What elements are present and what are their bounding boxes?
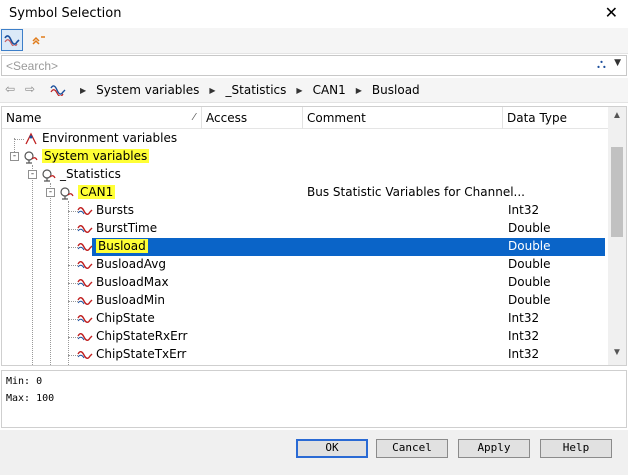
tree-item-data-type: Int32 [508,347,540,361]
tree-row[interactable]: ChipStateTxErr Int32 [2,346,608,364]
tree-item-data-type: Int32 [508,203,540,217]
signal-filter-button[interactable] [1,29,23,51]
filter-up-button[interactable] [30,31,48,49]
variable-wave-icon [77,225,93,233]
binoculars-icon[interactable]: ⛬ [597,57,606,72]
window-title: Symbol Selection [9,6,122,21]
column-header: Name ⁄ Access Comment Data Type [2,107,608,129]
min-value: Min: 0 [6,376,43,387]
chevron-right-icon: ▶ [296,85,303,95]
collapse-toggle-icon[interactable]: - [10,152,19,161]
close-icon[interactable]: ✕ [605,3,618,22]
tree-row[interactable]: - CAN1 Bus Statistic Variables for Channel… [2,184,608,202]
scroll-down-icon[interactable]: ▼ [612,347,622,358]
tree-row[interactable]: BusloadAvg Double [2,256,608,274]
variable-wave-icon [77,279,93,287]
search-box: ⛬ ▼ [1,55,627,76]
cancel-button[interactable]: Cancel [376,439,448,458]
breadcrumb-system-variables[interactable]: System variables [96,83,199,97]
tree-item-label: Environment variables [42,131,178,145]
tree-item-label: BurstTime [96,221,158,235]
tree-item-data-type: Double [508,275,551,289]
tree-row[interactable]: - System variables [2,148,608,166]
tree-item-label: ChipStateTxErr [96,347,187,361]
toolbar [0,28,628,54]
help-button[interactable]: Help [540,439,612,458]
tree-row[interactable]: ChipStateRxErr Int32 [2,328,608,346]
tree-item-label: System variables [42,149,150,163]
tree-item-comment: Bus Statistic Variables for Channel... [307,185,525,199]
breadcrumb: ▶ System variables ▶ _Statistics ▶ CAN1 … [50,83,420,97]
tree-item-label: CAN1 [78,185,116,199]
scroll-up-icon[interactable]: ▲ [612,110,622,121]
title-bar: Symbol Selection ✕ [0,0,628,28]
collapse-toggle-icon[interactable]: - [46,188,55,197]
tree-item-data-type: Double [508,239,551,253]
chevron-right-icon: ▶ [209,85,216,95]
breadcrumb-can1[interactable]: CAN1 [313,83,346,97]
tree-row[interactable]: Busload Double [2,238,608,256]
tree-item-data-type: Double [508,257,551,271]
tree-item-label: _Statistics [60,167,121,181]
tree-item-data-type: Double [508,221,551,235]
tree-row[interactable]: BusloadMin Double [2,292,608,310]
tree-item-data-type: Double [508,293,551,307]
column-data-type[interactable]: Data Type [503,107,608,129]
tree-item-label: Bursts [96,203,134,217]
namespace-icon [60,187,74,200]
namespace-icon [42,169,56,182]
column-name[interactable]: Name ⁄ [2,107,202,129]
filter-up-icon [32,36,45,45]
variable-wave-icon [77,297,93,305]
max-value: Max: 100 [6,393,55,404]
breadcrumb-busload[interactable]: Busload [372,83,420,97]
ok-button[interactable]: OK [296,439,368,458]
symbol-tree: Name ⁄ Access Comment Data Type Environm… [1,106,627,366]
tree-row[interactable]: - _Statistics [2,166,608,184]
signal-wave-icon [4,35,20,46]
value-range-info: Min: 0 Max: 100 [1,370,627,428]
tree-row[interactable]: BusloadMax Double [2,274,608,292]
column-access[interactable]: Access [202,107,303,129]
dialog-footer: OK Cancel Apply Help [0,430,628,475]
navigation-bar: ⇦ ⇨ ▶ System variables ▶ _Statistics ▶ C… [0,78,628,103]
system-variables-icon [24,151,38,164]
tree-row[interactable]: Environment variables [2,130,608,148]
tree-item-label: BusloadMax [96,275,169,289]
tree-row[interactable]: ChipState Int32 [2,310,608,328]
breadcrumb-statistics[interactable]: _Statistics [226,83,287,97]
back-arrow-icon[interactable]: ⇦ [5,82,15,96]
environment-icon [25,132,37,145]
variable-wave-icon [77,315,93,323]
tree-item-label: ChipState [96,311,155,325]
search-input[interactable] [6,58,566,73]
tree-item-label: ChipStateRxErr [96,329,188,343]
tree-item-label: Busload [96,239,148,253]
chevron-down-icon[interactable]: ▼ [614,58,621,68]
variable-wave-icon [77,333,93,341]
signal-wave-icon [50,85,66,96]
scroll-thumb[interactable] [611,147,623,237]
chevron-right-icon: ▶ [80,85,87,95]
forward-arrow-icon[interactable]: ⇨ [25,82,35,96]
tree-row[interactable]: Bursts Int32 [2,202,608,220]
tree-item-data-type: Int32 [508,329,540,343]
tree-row[interactable]: BurstTime Double [2,220,608,238]
vertical-scrollbar[interactable]: ▲ ▼ [608,107,626,365]
variable-wave-icon [77,261,93,269]
apply-button[interactable]: Apply [458,439,530,458]
column-comment[interactable]: Comment [303,107,503,129]
collapse-toggle-icon[interactable]: - [28,170,37,179]
chevron-right-icon: ▶ [355,85,362,95]
sort-icon: ⁄ [193,112,195,123]
tree-item-label: BusloadMin [96,293,166,307]
tree-item-data-type: Int32 [508,311,540,325]
tree-item-label: BusloadAvg [96,257,166,271]
variable-wave-icon [77,207,93,215]
variable-wave-icon [77,351,93,359]
variable-wave-icon [77,243,93,251]
